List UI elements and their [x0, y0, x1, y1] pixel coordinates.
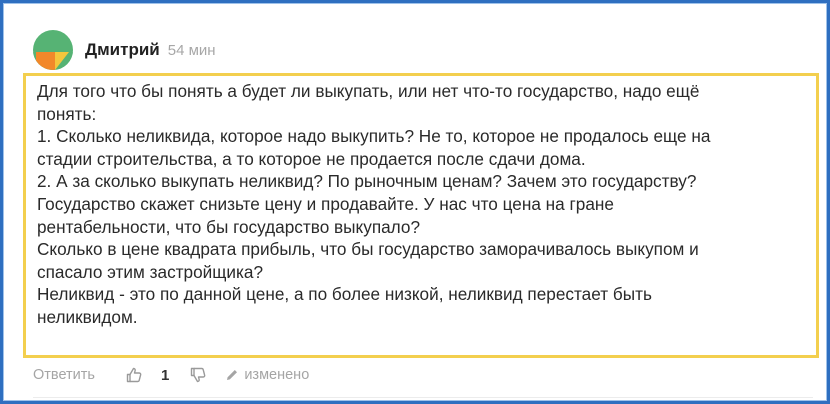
comment: Дмитрий 54 мин Для того что бы понять а …	[3, 3, 827, 401]
author-name[interactable]: Дмитрий	[85, 40, 160, 60]
like-count: 1	[160, 366, 170, 384]
divider	[33, 397, 813, 398]
comment-body-line: рентабельности, что бы государство выкуп…	[37, 216, 421, 237]
comment-body-line: спасало этим застройщика?	[37, 261, 264, 282]
dislike-button[interactable]	[189, 366, 207, 384]
comment-body-line: неликвидом.	[37, 306, 138, 327]
thumbs-down-icon	[191, 367, 206, 383]
pencil-icon	[227, 370, 238, 380]
comment-actions: Ответить 1 изменено	[33, 363, 309, 387]
comment-body-line: Государство скажет снизьте цену и продав…	[37, 193, 614, 214]
avatar[interactable]	[33, 30, 73, 70]
comment-body-line: 1. Сколько неликвида, которое надо выкуп…	[37, 126, 711, 147]
comment-body-line: Для того что бы понять а будет ли выкупа…	[37, 81, 700, 101]
comment-header: Дмитрий 54 мин	[33, 30, 216, 70]
comment-body-line: Сколько в цене квадрата прибыль, что бы …	[37, 239, 699, 260]
screenshot-frame: Дмитрий 54 мин Для того что бы понять а …	[0, 0, 830, 404]
comment-body-line: понять:	[37, 103, 97, 124]
edit-indicator	[225, 368, 239, 382]
avatar-orange-part	[36, 52, 55, 70]
comment-body-line: 2. А за сколько выкупать неликвид? По ры…	[37, 171, 697, 192]
comment-body-line: Неликвид - это по данной цене, а по боле…	[37, 284, 652, 305]
thumbs-up-icon	[126, 367, 142, 383]
like-button[interactable]	[125, 366, 143, 384]
comment-body-line: стадии строительства, а то которое не пр…	[37, 148, 586, 169]
edited-label: изменено	[244, 367, 310, 383]
comment-body: Для того что бы понять а будет ли выкупа…	[23, 73, 819, 358]
comment-time: 54 мин	[167, 41, 216, 59]
reply-button[interactable]: Ответить	[33, 367, 95, 383]
